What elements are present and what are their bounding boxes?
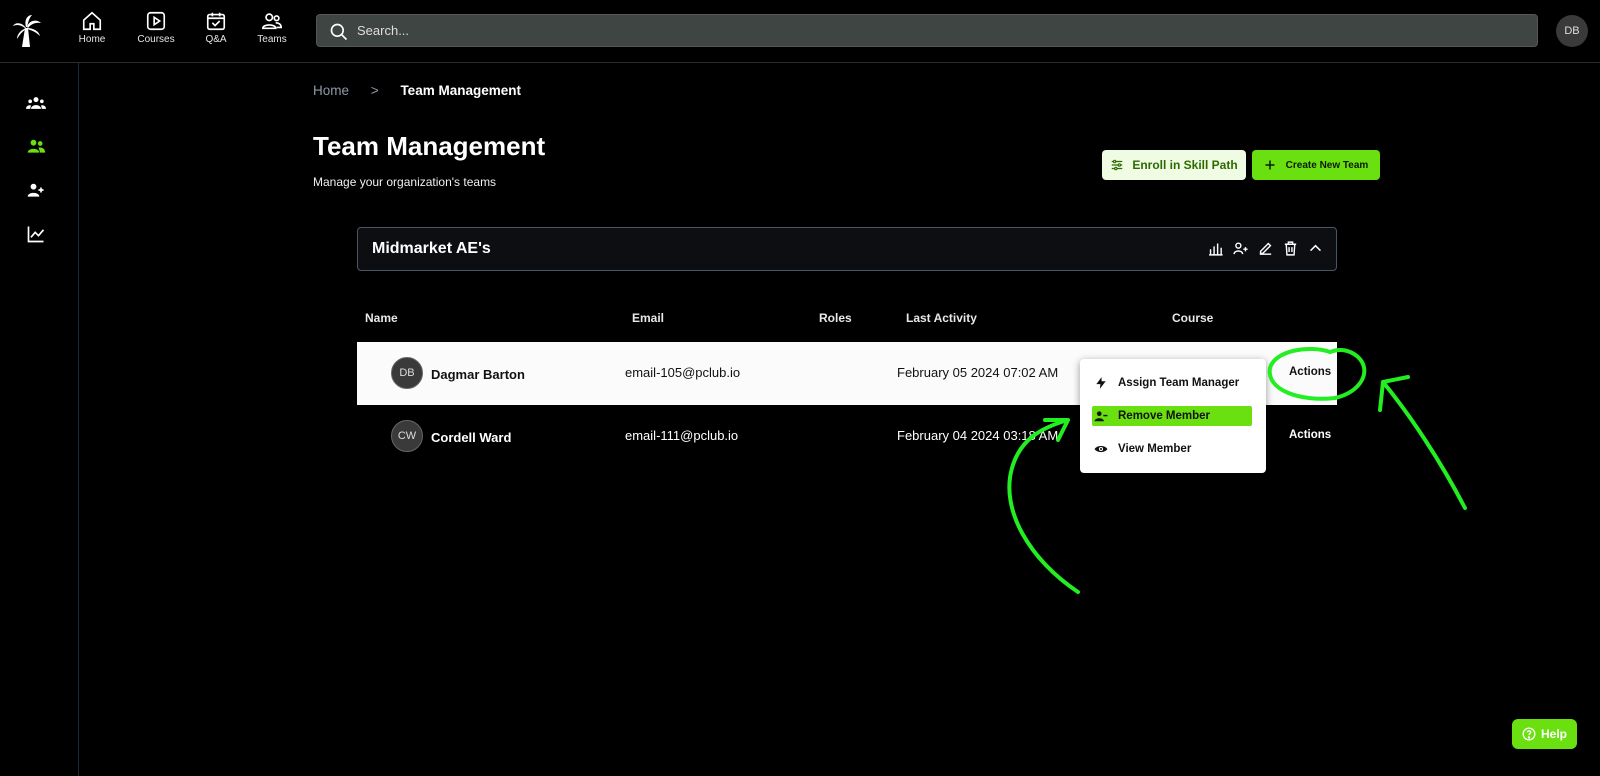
nav-teams[interactable]: Teams [242,10,302,45]
eye-icon [1094,445,1108,453]
analytics-chart-icon[interactable] [26,224,46,244]
nav-qa[interactable]: Q&A [186,10,246,45]
column-header-last-activity: Last Activity [906,311,977,325]
chevron-up-icon[interactable] [1307,240,1324,257]
help-circle-icon [1522,727,1536,741]
enroll-skill-path-label: Enroll in Skill Path [1132,158,1238,172]
enroll-skill-path-button[interactable]: Enroll in Skill Path [1102,150,1246,180]
member-last-activity: February 05 2024 07:02 AM [897,365,1059,380]
bar-chart-icon[interactable] [1207,240,1224,257]
actions-button[interactable]: Actions [1289,366,1331,378]
column-header-course: Course [1172,311,1214,325]
breadcrumb: Home > Team Management [313,83,521,98]
page-subtitle: Manage your organization's teams [313,175,497,189]
breadcrumb-current: Team Management [400,83,521,98]
users-icon [262,13,282,30]
team-name: Midmarket AE's [372,240,491,257]
menu-item-label: View Member [1118,443,1192,455]
column-header-email: Email [632,311,665,325]
create-new-team-button[interactable]: Create New Team [1252,150,1380,180]
nav-home-label: Home [78,34,106,45]
actions-button[interactable]: Actions [1289,429,1331,441]
annotation-arrow-right [1378,375,1467,510]
home-icon [82,11,102,31]
nav-qa-label: Q&A [205,34,227,45]
teams-group-icon[interactable] [26,93,46,113]
breadcrumb-home-link[interactable]: Home [313,83,349,98]
nav-home[interactable]: Home [62,10,122,45]
users-active-icon[interactable] [26,136,46,156]
add-member-icon[interactable] [1232,240,1249,257]
search-icon [330,23,348,41]
user-add-icon[interactable] [26,180,46,200]
menu-item-label: Assign Team Manager [1118,377,1240,389]
play-icon [146,11,166,31]
side-rail [0,63,79,776]
team-accordion-header[interactable]: Midmarket AE's [357,227,1337,271]
nav-teams-label: Teams [257,34,287,45]
edit-icon[interactable] [1257,240,1274,257]
palm-tree-logo-icon[interactable] [12,14,42,48]
team-action-icons [1207,240,1324,257]
member-avatar: CW [391,420,423,452]
help-button[interactable]: Help [1512,719,1577,749]
search-input[interactable] [357,15,1517,46]
column-header-name: Name [365,311,398,325]
member-last-activity: February 04 2024 03:18 AM [897,428,1059,443]
page-title: Team Management [313,131,546,161]
sliders-icon [1112,159,1123,171]
menu-item-remove-member[interactable]: Remove Member [1092,406,1252,426]
member-name: Cordell Ward [431,430,512,445]
actions-dropdown-menu: Assign Team Manager Remove Member View M… [1080,359,1266,473]
menu-item-label: Remove Member [1118,410,1211,422]
user-avatar[interactable]: DB [1556,15,1588,47]
menu-item-view-member[interactable]: View Member [1092,439,1252,459]
nav-courses-label: Courses [137,34,175,45]
user-minus-icon [1094,411,1108,422]
help-label: Help [1540,727,1567,741]
trash-icon[interactable] [1282,240,1299,257]
calendar-check-icon [206,12,226,31]
create-new-team-label: Create New Team [1285,159,1369,171]
member-name: Dagmar Barton [431,367,525,382]
member-avatar: DB [391,357,423,389]
lightning-icon [1096,377,1106,389]
top-navbar: Home Courses Q&A Teams DB [0,0,1600,63]
column-header-roles: Roles [819,311,852,325]
plus-icon [1265,160,1275,170]
search-bar[interactable] [316,14,1538,47]
member-email: email-105@pclub.io [625,365,741,380]
menu-item-assign-team-manager[interactable]: Assign Team Manager [1092,373,1252,393]
breadcrumb-separator: > [370,83,379,98]
member-email: email-111@pclub.io [625,428,739,443]
nav-courses[interactable]: Courses [126,10,186,45]
